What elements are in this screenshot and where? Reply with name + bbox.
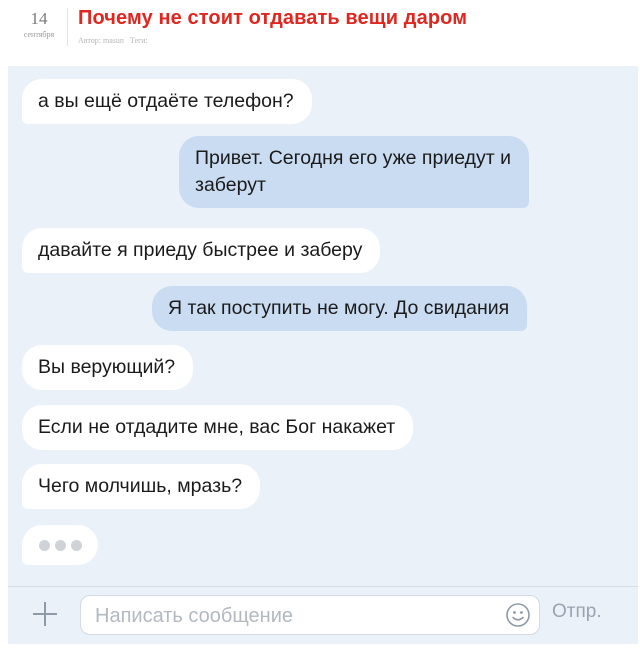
message-bubble-incoming: Чего молчишь, мразь?: [22, 464, 261, 509]
bottom-strip: [0, 644, 640, 654]
message-bubble-incoming: Если не отдадите мне, вас Бог накажет: [22, 405, 414, 450]
chat-thread: а вы ещё отдаёте телефон? Привет. Сегодн…: [8, 66, 638, 586]
article-date-month: сентября: [23, 30, 55, 39]
typing-dot: [70, 539, 82, 551]
message-input[interactable]: [93, 600, 487, 632]
message-text: Привет. Сегодня его уже приедут и: [195, 147, 511, 169]
article-date-day: 14: [30, 9, 48, 28]
message-input-container: [80, 595, 540, 635]
message-bubble-incoming: а вы ещё отдаёте телефон?: [22, 79, 312, 124]
article-tags: Теги:: [129, 36, 148, 45]
message-text: заберут: [195, 174, 266, 196]
plus-icon[interactable]: [30, 599, 60, 629]
header-divider: [67, 8, 68, 46]
message-text: Чего молчишь, мразь?: [38, 475, 243, 497]
message-text: Я так поступить не могу. До свидания: [168, 297, 510, 319]
article-meta: Автор: masun Теги:: [78, 36, 152, 45]
article-date: 14 сентября: [14, 9, 64, 40]
message-bubble-incoming: Вы верующий?: [22, 345, 194, 390]
article-title[interactable]: Почему не стоит отдавать вещи даром: [78, 7, 467, 30]
send-button[interactable]: Отпр.: [552, 601, 602, 623]
typing-dot: [54, 539, 66, 551]
message-bubble-outgoing: Я так поступить не могу. До свидания: [152, 286, 528, 331]
article-author[interactable]: Автор: masun: [78, 36, 124, 45]
message-text: а вы ещё отдаёте телефон?: [38, 90, 294, 112]
message-composer: Отпр.: [8, 586, 638, 645]
typing-dot: [38, 539, 50, 551]
smiley-icon[interactable]: [505, 602, 531, 628]
message-text: Если не отдадите мне, вас Бог накажет: [38, 416, 396, 438]
message-text: давайте я приеду быстрее и заберу: [38, 239, 363, 261]
article-header: 14 сентября Почему не стоит отдавать вещ…: [0, 0, 640, 66]
message-text: Вы верующий?: [38, 356, 176, 378]
message-bubble-outgoing: Привет. Сегодня его уже приедут и заберу…: [179, 136, 529, 208]
message-bubble-incoming: давайте я приеду быстрее и заберу: [22, 228, 381, 273]
typing-indicator: [22, 525, 98, 565]
